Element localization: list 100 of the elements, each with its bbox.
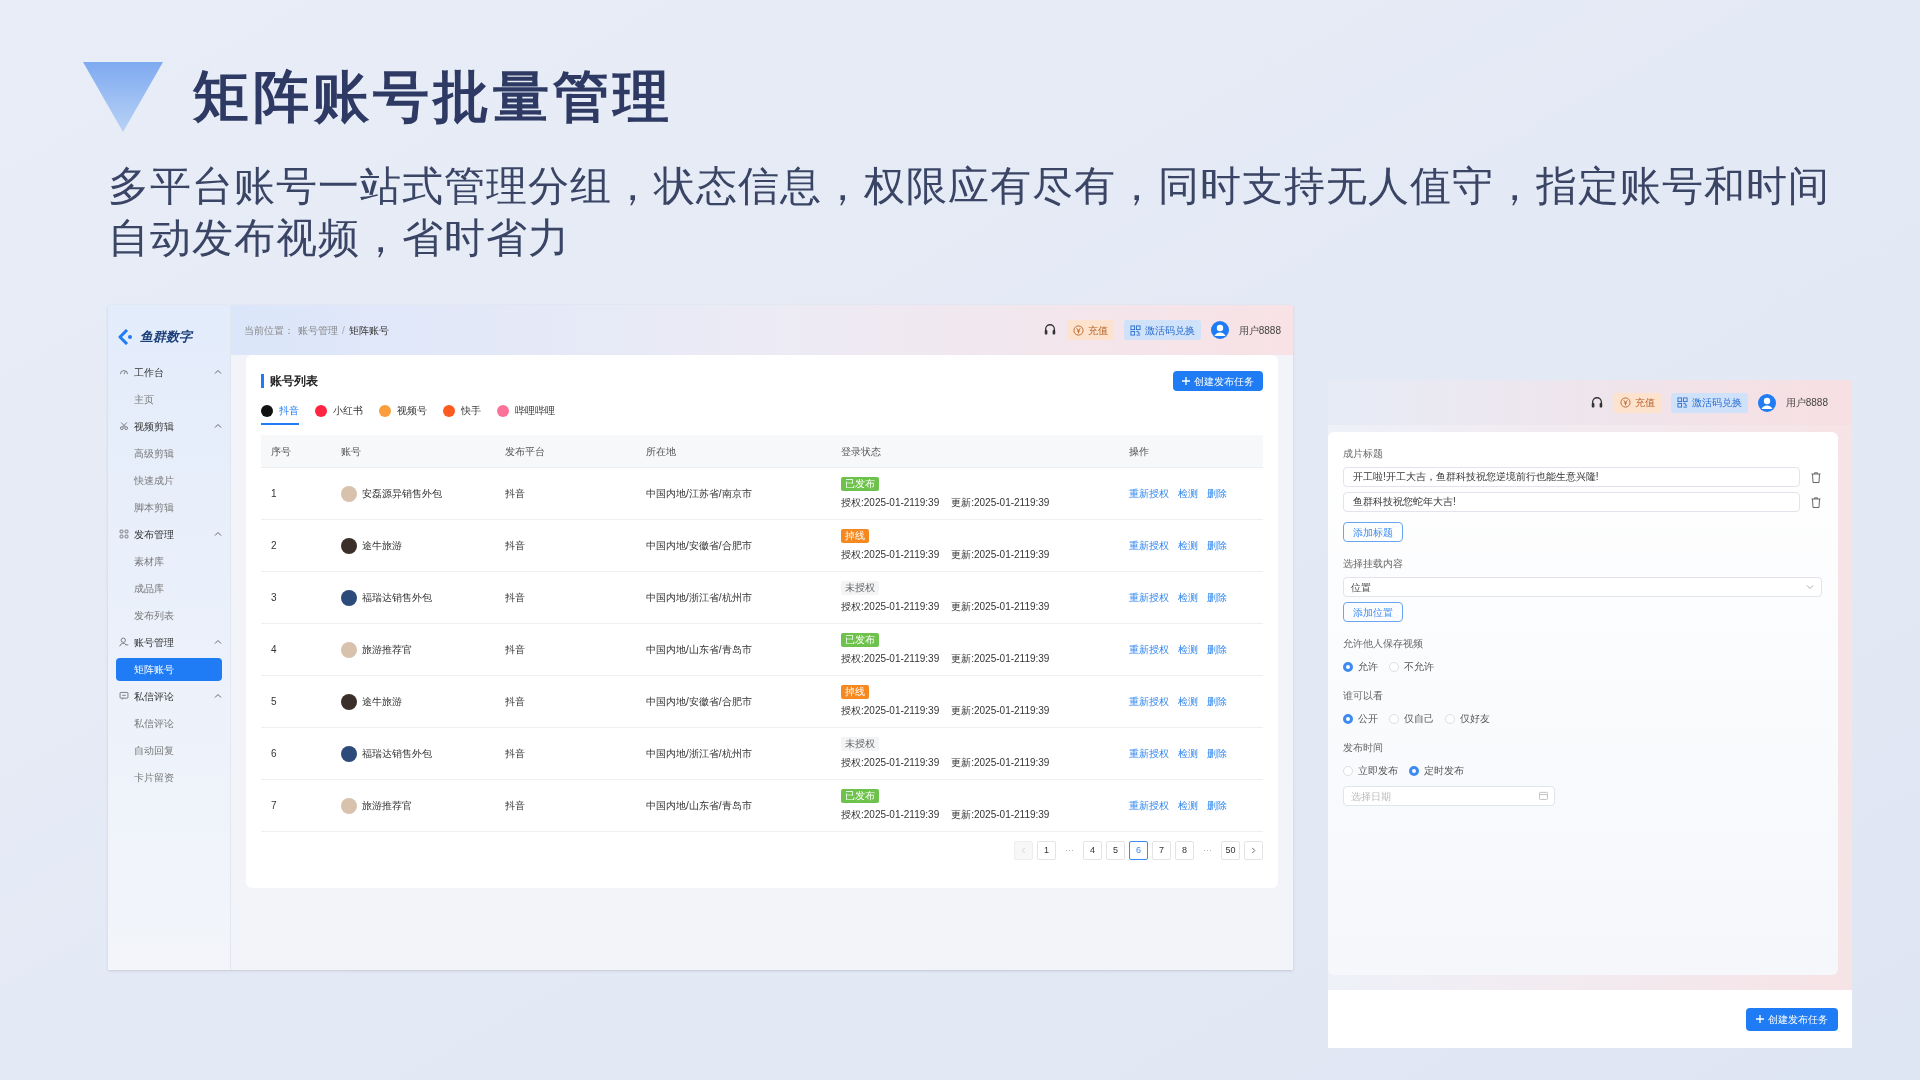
action-link[interactable]: 检测 [1178, 798, 1198, 813]
platform-tab[interactable]: 视频号 [379, 403, 427, 425]
add-title-button[interactable]: 添加标题 [1343, 522, 1403, 542]
sidebar-item[interactable]: 快速成片 [116, 468, 222, 492]
status-badge: 已发布 [841, 477, 879, 491]
sidebar-group[interactable]: 私信评论 [116, 682, 222, 710]
platform-tab[interactable]: 哔哩哔哩 [497, 403, 555, 425]
page-button[interactable]: 8 [1175, 841, 1194, 860]
sidebar-item[interactable]: 成品库 [116, 576, 222, 600]
form-label: 选择挂载内容 [1343, 557, 1404, 571]
platform-tab[interactable]: 抖音 [261, 403, 299, 425]
action-link[interactable]: 删除 [1207, 798, 1227, 813]
action-link[interactable]: 删除 [1207, 642, 1227, 657]
action-link[interactable]: 检测 [1178, 642, 1198, 657]
radio-button[interactable] [1343, 713, 1353, 724]
create-task-button[interactable]: 创建发布任务 [1746, 1007, 1838, 1031]
sidebar-group[interactable]: 账号管理 [116, 628, 222, 656]
radio-label[interactable]: 不允许 [1404, 659, 1434, 674]
action-link[interactable]: 重新授权 [1129, 642, 1169, 657]
sidebar-group[interactable]: 发布管理 [116, 520, 222, 548]
headset-icon[interactable] [1589, 395, 1604, 410]
table-cell-text: 6 [270, 747, 278, 761]
authorized-time: 授权:2025-01-2119:39 [841, 704, 940, 718]
breadcrumb-link[interactable]: 矩阵账号 [348, 322, 389, 338]
qr-code-icon [1676, 397, 1688, 408]
page-button[interactable]: 4 [1083, 841, 1102, 860]
recharge-button[interactable]: 充值 [1613, 392, 1661, 413]
chevron-up-icon[interactable] [214, 638, 222, 646]
action-link[interactable]: 删除 [1207, 746, 1227, 761]
page-button[interactable]: 7 [1152, 841, 1171, 860]
title-input[interactable]: 开工啦!开工大吉，鱼群科技祝您逆境前行也能生意兴隆! [1343, 467, 1800, 487]
sidebar-item[interactable]: 发布列表 [116, 603, 222, 627]
sidebar-item[interactable]: 卡片留资 [116, 765, 222, 789]
sidebar-group[interactable]: 视频剪辑 [116, 412, 222, 440]
action-link[interactable]: 重新授权 [1129, 746, 1169, 761]
breadcrumb-link[interactable]: 账号管理 [298, 322, 338, 338]
sidebar-item[interactable]: 主页 [116, 387, 222, 411]
page-button[interactable]: 50 [1221, 841, 1240, 860]
sidebar-group[interactable]: 工作台 [116, 358, 222, 386]
add-location-button[interactable]: 添加位置 [1343, 602, 1403, 622]
user-avatar-icon[interactable] [1757, 393, 1776, 412]
sidebar-item[interactable]: 素材库 [116, 549, 222, 573]
radio-label[interactable]: 定时发布 [1424, 763, 1464, 778]
chevron-up-icon[interactable] [214, 692, 222, 700]
radio-label[interactable]: 允许 [1358, 659, 1378, 674]
trash-icon[interactable] [1811, 496, 1821, 508]
sidebar-item[interactable]: 私信评论 [116, 711, 222, 735]
sidebar-item[interactable]: 脚本剪辑 [116, 495, 222, 519]
action-link[interactable]: 删除 [1207, 538, 1227, 553]
select-value: 位置 [1351, 580, 1371, 595]
chevron-up-icon[interactable] [214, 368, 222, 376]
radio-label[interactable]: 公开 [1358, 711, 1378, 726]
redeem-button[interactable]: 激活码兑换 [1670, 392, 1748, 413]
action-link[interactable]: 重新授权 [1129, 694, 1169, 709]
avatar-placeholder [341, 537, 357, 554]
action-link[interactable]: 重新授权 [1129, 538, 1169, 553]
user-name[interactable]: 用户8888 [1785, 395, 1828, 410]
radio-button[interactable] [1409, 765, 1419, 776]
platform-tab[interactable]: 快手 [443, 403, 481, 425]
radio-label[interactable]: 立即发布 [1358, 763, 1398, 778]
chevron-up-icon[interactable] [214, 422, 222, 430]
action-link[interactable]: 删除 [1207, 590, 1227, 605]
form-label: 成片标题 [1343, 447, 1384, 461]
action-link[interactable]: 检测 [1178, 746, 1198, 761]
action-link[interactable]: 检测 [1178, 694, 1198, 709]
radio-button[interactable] [1343, 661, 1353, 672]
page-button[interactable]: 1 [1037, 841, 1056, 860]
headset-icon[interactable] [1042, 323, 1057, 337]
column-header: 登录状态 [840, 444, 882, 459]
recharge-button[interactable]: 充值 [1066, 320, 1114, 340]
title-input[interactable]: 鱼群科技祝您蛇年大吉! [1343, 492, 1800, 512]
action-link[interactable]: 重新授权 [1129, 798, 1169, 813]
next-page-button[interactable] [1244, 841, 1263, 860]
page-button[interactable]: 6 [1129, 841, 1148, 860]
action-link[interactable]: 重新授权 [1129, 590, 1169, 605]
page-button[interactable]: 5 [1106, 841, 1125, 860]
authorized-time: 授权:2025-01-2119:39 [841, 600, 940, 614]
menu-group-icon [119, 529, 129, 539]
table-cell-text: 抖音 [504, 799, 526, 813]
status-badge: 未授权 [841, 581, 879, 595]
action-link[interactable]: 检测 [1178, 486, 1198, 501]
redeem-button[interactable]: 激活码兑换 [1123, 320, 1201, 340]
radio-label[interactable]: 仅好友 [1460, 711, 1490, 726]
chevron-up-icon[interactable] [214, 530, 222, 538]
sidebar-item[interactable]: 高级剪辑 [116, 441, 222, 465]
platform-tab[interactable]: 小红书 [315, 403, 363, 425]
sidebar-item[interactable]: 自动回复 [116, 738, 222, 762]
sidebar-item[interactable]: 矩阵账号 [116, 657, 222, 681]
action-link[interactable]: 重新授权 [1129, 486, 1169, 501]
action-link[interactable]: 检测 [1178, 538, 1198, 553]
mount-select[interactable]: 位置 [1343, 577, 1822, 597]
create-task-button[interactable]: 创建发布任务 [1173, 371, 1263, 391]
logo-text: 鱼群数字 [140, 328, 192, 346]
action-link[interactable]: 删除 [1207, 486, 1227, 501]
user-avatar-icon[interactable] [1210, 321, 1229, 339]
user-name[interactable]: 用户8888 [1238, 322, 1281, 338]
action-link[interactable]: 删除 [1207, 694, 1227, 709]
trash-icon[interactable] [1811, 471, 1821, 483]
action-link[interactable]: 检测 [1178, 590, 1198, 605]
radio-label[interactable]: 仅自己 [1404, 711, 1434, 726]
